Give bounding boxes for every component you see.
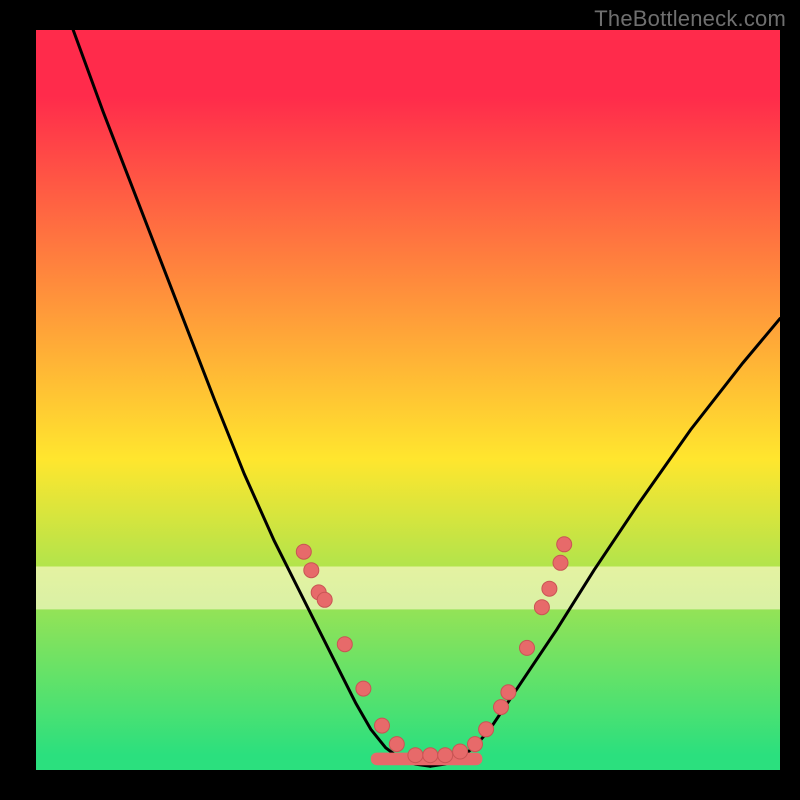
data-dot xyxy=(389,737,404,752)
watermark-text: TheBottleneck.com xyxy=(594,6,786,32)
data-dot xyxy=(296,544,311,559)
data-dot xyxy=(494,700,509,715)
data-dot xyxy=(423,748,438,763)
data-dot xyxy=(408,748,423,763)
chart-svg xyxy=(36,30,780,770)
data-dot xyxy=(337,637,352,652)
data-dot xyxy=(317,592,332,607)
plot-area xyxy=(36,30,780,770)
chart-frame: TheBottleneck.com xyxy=(0,0,800,800)
data-dot xyxy=(468,737,483,752)
highlight-band xyxy=(36,567,780,610)
data-dot xyxy=(501,685,516,700)
data-dot xyxy=(375,718,390,733)
data-dot xyxy=(553,555,568,570)
data-dot xyxy=(534,600,549,615)
gradient-bg xyxy=(36,30,780,770)
data-dot xyxy=(520,640,535,655)
data-dot xyxy=(356,681,371,696)
data-dot xyxy=(542,581,557,596)
data-dot xyxy=(438,748,453,763)
data-dot xyxy=(453,744,468,759)
data-dot xyxy=(557,537,572,552)
data-dot xyxy=(304,563,319,578)
data-dot xyxy=(479,722,494,737)
